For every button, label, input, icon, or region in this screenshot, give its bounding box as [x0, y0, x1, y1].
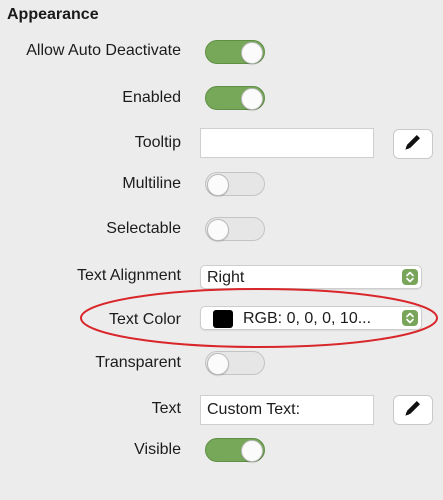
multiline-toggle[interactable] — [205, 172, 265, 196]
text-alignment-label: Text Alignment — [76, 267, 181, 284]
multiline-label: Multiline — [122, 175, 181, 192]
text-color-popup[interactable]: RGB: 0, 0, 0, 10... — [200, 306, 422, 330]
text-label: Text — [151, 400, 181, 417]
text-alignment-popup[interactable]: Right — [200, 265, 422, 289]
section-title: Appearance — [7, 6, 99, 23]
up-down-chevron-icon — [402, 310, 418, 326]
toggle-knob — [207, 174, 229, 196]
enabled-toggle[interactable] — [205, 86, 265, 110]
color-swatch — [213, 310, 233, 328]
visible-label: Visible — [134, 441, 181, 458]
text-alignment-value: Right — [207, 269, 245, 286]
selectable-toggle[interactable] — [205, 217, 265, 241]
text-edit-button[interactable] — [393, 395, 433, 425]
text-color-label: Text Color — [108, 311, 181, 328]
up-down-chevron-icon — [402, 269, 418, 285]
tooltip-field[interactable] — [200, 128, 374, 158]
selectable-label: Selectable — [106, 220, 181, 237]
pencil-icon — [402, 131, 424, 158]
allow-auto-deactivate-toggle[interactable] — [205, 40, 265, 64]
toggle-knob — [207, 353, 229, 375]
toggle-knob — [207, 219, 229, 241]
enabled-label: Enabled — [122, 89, 181, 106]
visible-toggle[interactable] — [205, 438, 265, 462]
pencil-icon — [402, 397, 424, 424]
allow-auto-deactivate-label: Allow Auto Deactivate — [26, 42, 181, 59]
toggle-knob — [241, 88, 263, 110]
annotation-ellipse — [80, 288, 438, 348]
tooltip-edit-button[interactable] — [393, 129, 433, 159]
toggle-knob — [241, 42, 263, 64]
tooltip-label: Tooltip — [134, 134, 181, 151]
transparent-label: Transparent — [95, 354, 181, 371]
text-field[interactable] — [200, 395, 374, 425]
transparent-toggle[interactable] — [205, 351, 265, 375]
text-color-value: RGB: 0, 0, 0, 10... — [243, 310, 372, 327]
toggle-knob — [241, 440, 263, 462]
